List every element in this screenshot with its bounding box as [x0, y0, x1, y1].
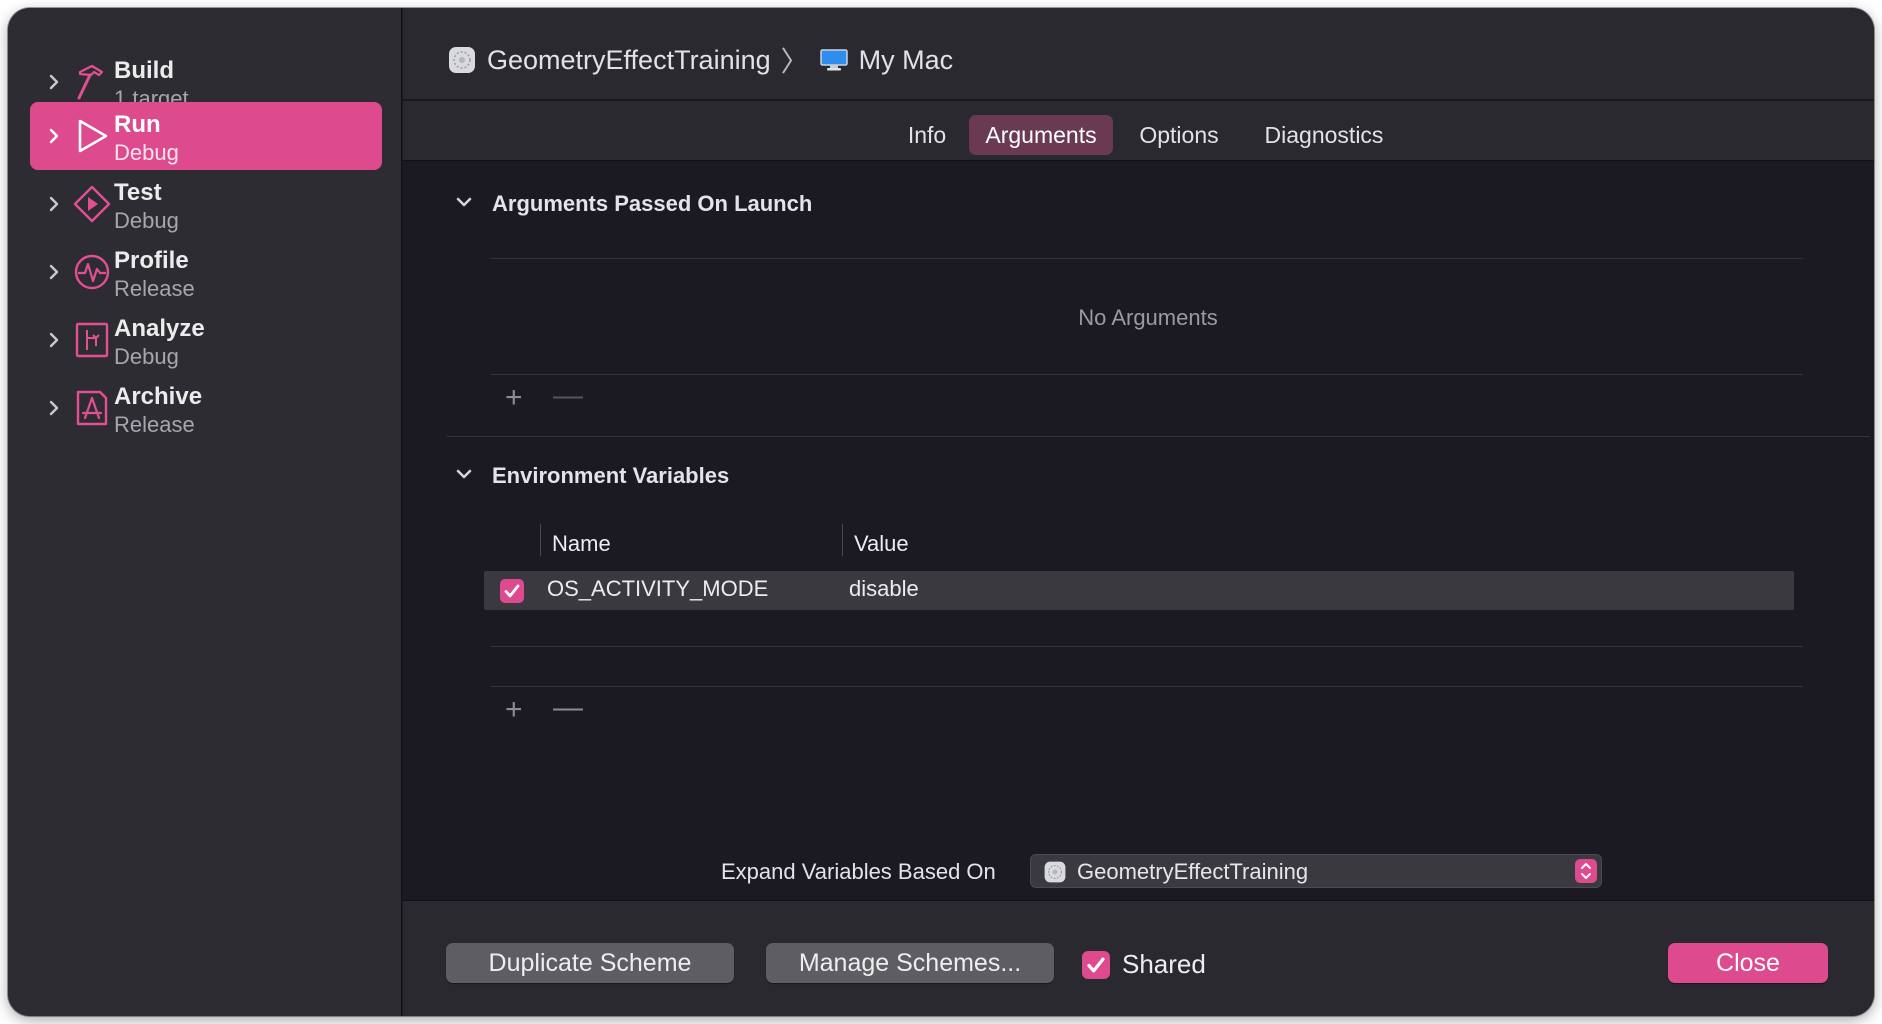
archive-icon	[76, 390, 108, 426]
env-value-cell[interactable]: disable	[849, 576, 919, 602]
shared-label[interactable]: Shared	[1122, 949, 1206, 980]
sidebar-item-run[interactable]: Run Debug	[30, 102, 382, 170]
chevron-right-icon[interactable]	[46, 328, 62, 352]
sidebar-item-profile[interactable]: Profile Release	[30, 238, 382, 306]
scheme-actions-sidebar: Build 1 target Run Debug Test Debug Prof…	[8, 8, 402, 1016]
chevron-right-icon[interactable]	[46, 396, 62, 420]
row-divider	[491, 686, 1803, 687]
analyze-icon	[75, 322, 109, 358]
arguments-pane: Arguments Passed On Launch No Arguments …	[403, 162, 1874, 900]
project-app-icon	[1044, 861, 1066, 883]
sidebar-item-label: Build	[114, 57, 174, 84]
manage-schemes-button[interactable]: Manage Schemes...	[766, 943, 1054, 983]
chevron-right-icon[interactable]	[46, 260, 62, 284]
add-argument-button[interactable]: +	[505, 383, 523, 413]
tab-options[interactable]: Options	[1125, 115, 1233, 155]
breadcrumb-separator: 〉	[780, 46, 809, 77]
sidebar-item-label: Test	[114, 179, 162, 206]
duplicate-scheme-button[interactable]: Duplicate Scheme	[446, 943, 734, 983]
shared-checkbox[interactable]	[1082, 951, 1110, 979]
scheme-editor-window: Build 1 target Run Debug Test Debug Prof…	[8, 8, 1874, 1016]
close-button[interactable]: Close	[1668, 943, 1828, 983]
column-header-value[interactable]: Value	[854, 531, 909, 557]
sidebar-item-subtitle: Debug	[114, 140, 179, 165]
popup-stepper	[1575, 859, 1597, 883]
section-divider	[447, 436, 1870, 437]
sidebar-item-label: Analyze	[114, 315, 205, 342]
diamond-play-icon	[73, 185, 111, 223]
sidebar-item-test[interactable]: Test Debug	[30, 170, 382, 238]
expand-variables-value: GeometryEffectTraining	[1077, 859, 1309, 884]
divider	[491, 374, 1803, 375]
add-env-variable-button[interactable]: +	[505, 695, 523, 725]
sidebar-item-subtitle: Debug	[114, 208, 179, 233]
checkmark-icon	[1087, 957, 1105, 973]
footer-bar: Duplicate Scheme Manage Schemes... Share…	[403, 900, 1874, 1016]
sidebar-item-subtitle: Release	[114, 412, 195, 437]
divider	[491, 258, 1803, 259]
no-arguments-text: No Arguments	[1078, 305, 1218, 330]
breadcrumb: GeometryEffectTraining 〉 My Mac	[447, 43, 953, 77]
waveform-gauge-icon	[74, 254, 110, 290]
title-bar: GeometryEffectTraining 〉 My Mac	[403, 8, 1874, 100]
chevron-right-icon[interactable]	[46, 192, 62, 216]
sidebar-item-subtitle: Debug	[114, 344, 179, 369]
tab-info[interactable]: Info	[885, 115, 969, 155]
remove-env-variable-button[interactable]: —	[553, 693, 583, 723]
arguments-section-title: Arguments Passed On Launch	[492, 191, 813, 216]
mac-display-icon[interactable]	[819, 47, 849, 73]
row-divider	[491, 646, 1803, 647]
environment-section-title: Environment Variables	[492, 463, 730, 488]
chevron-down-icon[interactable]	[453, 191, 475, 213]
expand-variables-label: Expand Variables Based On	[721, 859, 996, 884]
project-app-icon[interactable]	[447, 45, 477, 75]
chevron-up-down-icon	[1581, 863, 1591, 879]
remove-argument-button[interactable]: —	[553, 381, 583, 411]
sidebar-item-label: Archive	[114, 383, 203, 410]
breadcrumb-project[interactable]: GeometryEffectTraining	[487, 45, 771, 76]
play-icon	[78, 119, 108, 153]
checkmark-icon	[504, 584, 520, 598]
sidebar-item-archive[interactable]: Archive Release	[30, 374, 382, 442]
chevron-right-icon[interactable]	[46, 124, 62, 148]
table-row[interactable]: OS_ACTIVITY_MODE disable	[484, 571, 1794, 610]
hammer-icon	[77, 64, 104, 100]
tab-arguments[interactable]: Arguments	[969, 115, 1113, 155]
column-divider	[842, 524, 843, 556]
tab-bar: Info Arguments Options Diagnostics	[403, 101, 1874, 161]
sidebar-item-label: Profile	[114, 247, 189, 274]
column-divider	[540, 524, 541, 556]
breadcrumb-destination[interactable]: My Mac	[859, 45, 954, 76]
sidebar-item-label: Run	[114, 111, 161, 138]
chevron-right-icon[interactable]	[46, 70, 62, 94]
sidebar-item-analyze[interactable]: Analyze Debug	[30, 306, 382, 374]
chevron-down-icon[interactable]	[453, 463, 475, 485]
tab-diagnostics[interactable]: Diagnostics	[1248, 115, 1400, 155]
scheme-detail-panel: GeometryEffectTraining 〉 My Mac Info Arg…	[403, 8, 1874, 1016]
expand-variables-popup[interactable]: GeometryEffectTraining	[1030, 854, 1602, 888]
sidebar-item-subtitle: Release	[114, 276, 195, 301]
env-name-cell[interactable]: OS_ACTIVITY_MODE	[547, 576, 768, 602]
column-header-name[interactable]: Name	[552, 531, 611, 557]
env-enabled-checkbox[interactable]	[500, 579, 524, 603]
